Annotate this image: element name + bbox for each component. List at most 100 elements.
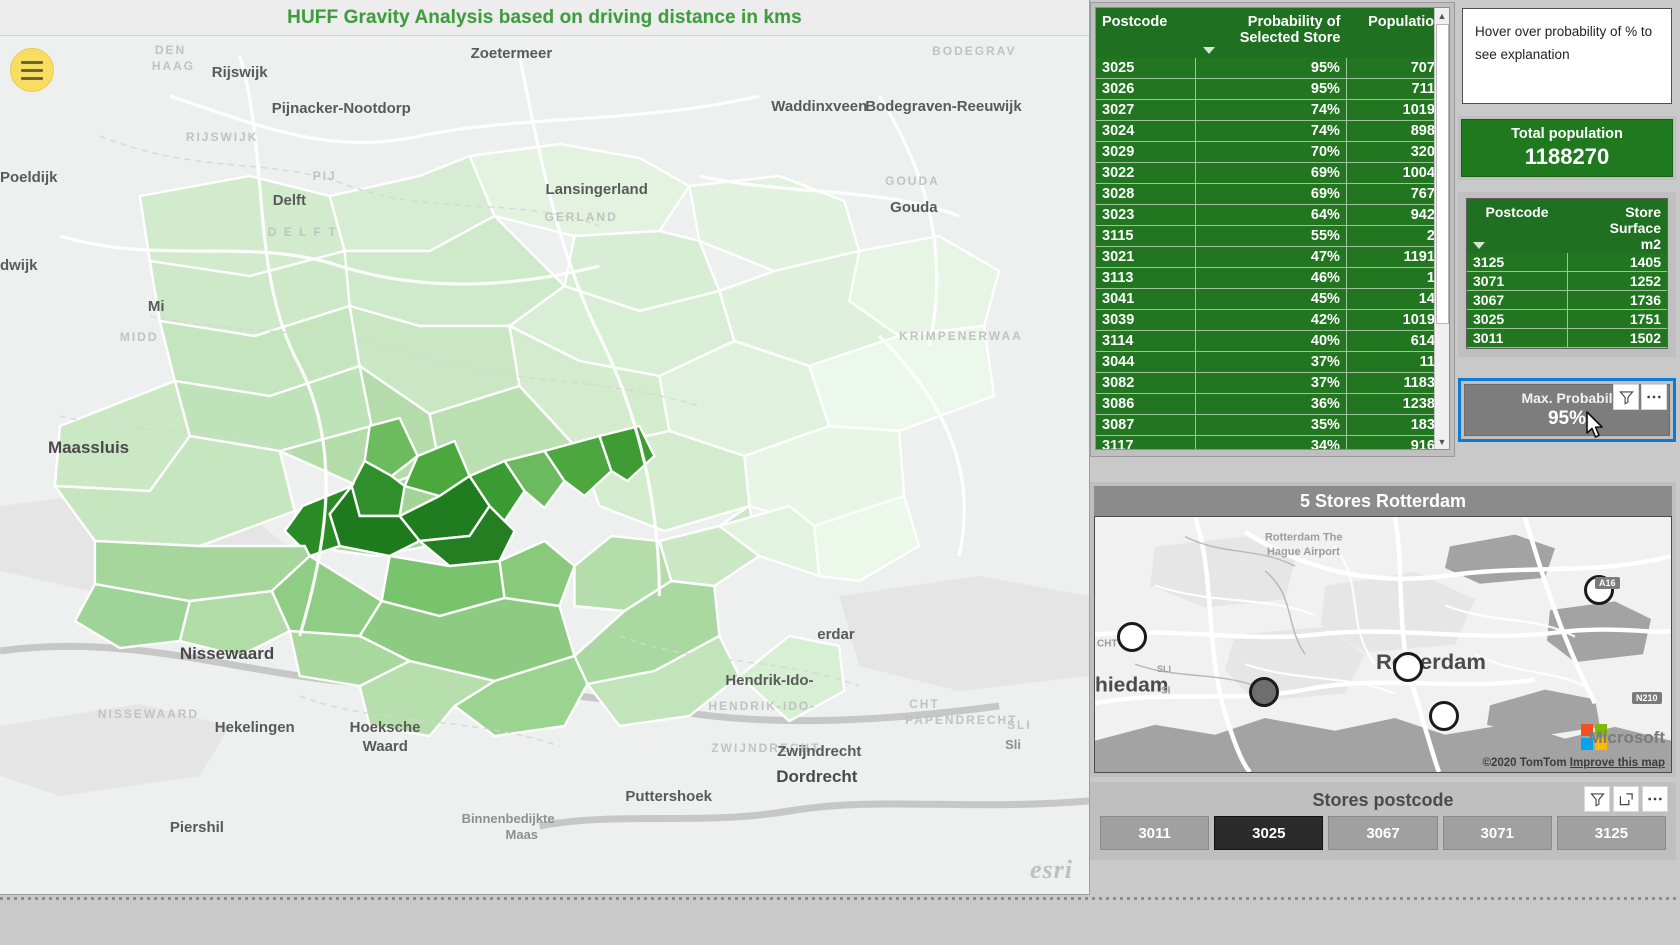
hamburger-icon[interactable] bbox=[10, 48, 54, 92]
probability-table-visual[interactable]: Postcode Probability of Selected Store P… bbox=[1090, 2, 1455, 457]
cell-postcode: 3071 bbox=[1467, 271, 1568, 291]
store-surface-table[interactable]: Postcode Store Surface m2 3125 1405 3071 12… bbox=[1467, 199, 1667, 348]
stores-map-label: CHT bbox=[1097, 639, 1118, 650]
map-label: HAAG bbox=[152, 59, 195, 73]
table-row[interactable]: 3029 70% 3205 bbox=[1096, 141, 1449, 163]
table-row[interactable]: 3087 35% 1830 bbox=[1096, 414, 1449, 436]
stores-map-label: hiedam bbox=[1095, 674, 1168, 697]
table-row[interactable]: 3024 74% 8980 bbox=[1096, 120, 1449, 142]
table-row[interactable]: 311346%15 bbox=[1096, 267, 1449, 289]
max-probability-card-selected[interactable]: Max. Probabil 95% bbox=[1458, 378, 1676, 442]
surface-column-header-postcode[interactable]: Postcode bbox=[1467, 199, 1567, 253]
slicer-header: Stores postcode bbox=[1094, 784, 1672, 816]
more-options-icon[interactable] bbox=[1641, 384, 1667, 410]
table-row[interactable]: 3021 47% 11915 bbox=[1096, 246, 1449, 268]
stores-postcode-slicer[interactable]: Stores postcode 3011 3025 3067 3071 3125 bbox=[1090, 782, 1676, 860]
table-row[interactable]: 3039 42% 10195 bbox=[1096, 309, 1449, 331]
tomtom-attribution: ©2020 TomTom bbox=[1482, 757, 1567, 769]
table-row[interactable]: 311555%25 bbox=[1096, 225, 1449, 247]
surface-column-header-surface[interactable]: Store Surface m2 bbox=[1567, 199, 1667, 253]
sort-descending-icon bbox=[1203, 47, 1216, 54]
map-title-bar: HUFF Gravity Analysis based on driving d… bbox=[0, 0, 1089, 36]
improve-map-link[interactable]: Improve this map bbox=[1570, 757, 1665, 769]
column-header-postcode[interactable]: Postcode bbox=[1096, 8, 1196, 58]
filter-icon[interactable] bbox=[1584, 786, 1610, 812]
probability-table-body: 3025 95% 7075 3026 95% 7115 3027 74% 10190 3024 74… bbox=[1096, 58, 1449, 449]
map-label: Rijswijk bbox=[212, 64, 268, 81]
slicer-item-3067[interactable]: 3067 bbox=[1328, 816, 1438, 850]
table-vertical-scrollbar[interactable]: ▲ ▼ bbox=[1434, 8, 1449, 449]
scrollbar-thumb[interactable] bbox=[1436, 24, 1449, 324]
cell-store-surface: 1405 bbox=[1567, 253, 1667, 272]
main-map-panel[interactable]: HUFF Gravity Analysis based on driving d… bbox=[0, 0, 1090, 895]
table-row[interactable]: 3086 36% 12380 bbox=[1096, 393, 1449, 415]
focus-mode-icon[interactable] bbox=[1613, 786, 1639, 812]
cell-probability: 37% bbox=[1195, 351, 1347, 373]
map-label: Lansingerland bbox=[545, 181, 647, 198]
map-label: D E L F T bbox=[268, 225, 338, 239]
table-row[interactable]: 3067 1736 bbox=[1467, 290, 1667, 310]
store-marker[interactable] bbox=[1429, 701, 1459, 731]
slicer-item-3011[interactable]: 3011 bbox=[1100, 816, 1210, 850]
table-row[interactable]: 3041 45% 140 bbox=[1096, 288, 1449, 310]
slicer-item-3071[interactable]: 3071 bbox=[1442, 816, 1552, 850]
page-title: HUFF Gravity Analysis based on driving d… bbox=[287, 6, 802, 28]
microsoft-wordmark: Microsoft bbox=[1588, 728, 1666, 747]
stores-map-canvas[interactable]: Rotterdam The Hague Airport Rotterdam hieda… bbox=[1094, 516, 1672, 773]
stores-map-label: Rotterdam The bbox=[1265, 532, 1342, 544]
scroll-down-arrow[interactable]: ▼ bbox=[1435, 434, 1449, 449]
stores-map-label: Hague Airport bbox=[1267, 546, 1340, 558]
cell-postcode: 3025 bbox=[1467, 309, 1568, 329]
cell-postcode: 3087 bbox=[1096, 414, 1196, 436]
store-marker[interactable] bbox=[1393, 652, 1423, 682]
surface-header-row: Postcode Store Surface m2 bbox=[1467, 199, 1667, 253]
slicer-item-3125[interactable]: 3125 bbox=[1556, 816, 1667, 850]
table-row[interactable]: 3011 1502 bbox=[1467, 328, 1667, 348]
store-surface-inner[interactable]: Postcode Store Surface m2 3125 1405 3071 12… bbox=[1466, 198, 1668, 349]
map-label: Poeldijk bbox=[0, 169, 58, 186]
filter-glyph bbox=[1589, 792, 1605, 807]
cell-probability: 45% bbox=[1195, 288, 1347, 310]
cell-store-surface: 1502 bbox=[1567, 328, 1667, 348]
cell-postcode: 3024 bbox=[1096, 120, 1196, 142]
table-row[interactable]: 3027 74% 10190 bbox=[1096, 99, 1449, 121]
store-surface-visual[interactable]: Postcode Store Surface m2 3125 1405 3071 12… bbox=[1458, 192, 1676, 357]
store-marker-selected[interactable] bbox=[1249, 677, 1279, 707]
table-row[interactable]: 3082 37% 11835 bbox=[1096, 372, 1449, 394]
map-label: RIJSWIJK bbox=[186, 130, 259, 144]
table-row[interactable]: 3023 64% 9425 bbox=[1096, 204, 1449, 226]
cell-probability: 37% bbox=[1195, 372, 1347, 394]
probability-table-inner[interactable]: Postcode Probability of Selected Store P… bbox=[1095, 7, 1450, 450]
slicer-item-3025[interactable]: 3025 bbox=[1214, 816, 1324, 850]
cell-probability: 55% bbox=[1195, 225, 1347, 247]
map-label: CHT bbox=[909, 697, 940, 711]
table-row[interactable]: 3025 1751 bbox=[1467, 309, 1667, 329]
max-probability-card[interactable]: Max. Probabil 95% bbox=[1464, 384, 1670, 438]
table-row[interactable]: 3071 1252 bbox=[1467, 271, 1667, 291]
table-row[interactable]: 3022 69% 10040 bbox=[1096, 162, 1449, 184]
stores-map-label: SLI bbox=[1157, 664, 1171, 674]
map-label: Bodegraven-Reeuwijk bbox=[865, 98, 1022, 115]
stores-map-visual[interactable]: 5 Stores Rotterdam Rotterdam The Hague A… bbox=[1090, 482, 1676, 777]
table-row[interactable]: 3025 95% 7075 bbox=[1096, 58, 1449, 79]
probability-table[interactable]: Postcode Probability of Selected Store P… bbox=[1096, 8, 1449, 449]
table-row[interactable]: 3044 37% 115 bbox=[1096, 351, 1449, 373]
slicer-buttons: 3011 3025 3067 3071 3125 bbox=[1094, 816, 1672, 850]
cell-postcode: 3067 bbox=[1467, 290, 1568, 310]
choropleth-map-canvas[interactable]: DEN HAAG Rijswijk RIJSWIJK Zoetermeer Pijnack… bbox=[0, 36, 1089, 894]
slicer-header-icons bbox=[1584, 786, 1668, 812]
store-marker[interactable] bbox=[1117, 622, 1147, 652]
total-population-label: Total population bbox=[1511, 126, 1623, 142]
table-row[interactable]: 3117 34% 9160 bbox=[1096, 435, 1449, 449]
map-label: DEN bbox=[155, 43, 186, 57]
column-header-probability[interactable]: Probability of Selected Store bbox=[1195, 8, 1347, 58]
table-row[interactable]: 3125 1405 bbox=[1467, 253, 1667, 272]
more-options-icon[interactable] bbox=[1642, 786, 1668, 812]
scroll-up-arrow[interactable]: ▲ bbox=[1435, 8, 1449, 23]
total-population-card[interactable]: Total population 1188270 bbox=[1458, 116, 1676, 180]
table-row[interactable]: 3114 40% 6145 bbox=[1096, 330, 1449, 352]
filter-icon[interactable] bbox=[1613, 384, 1639, 410]
table-row[interactable]: 3028 69% 7675 bbox=[1096, 183, 1449, 205]
cell-probability: 42% bbox=[1195, 309, 1347, 331]
table-row[interactable]: 3026 95% 7115 bbox=[1096, 78, 1449, 100]
